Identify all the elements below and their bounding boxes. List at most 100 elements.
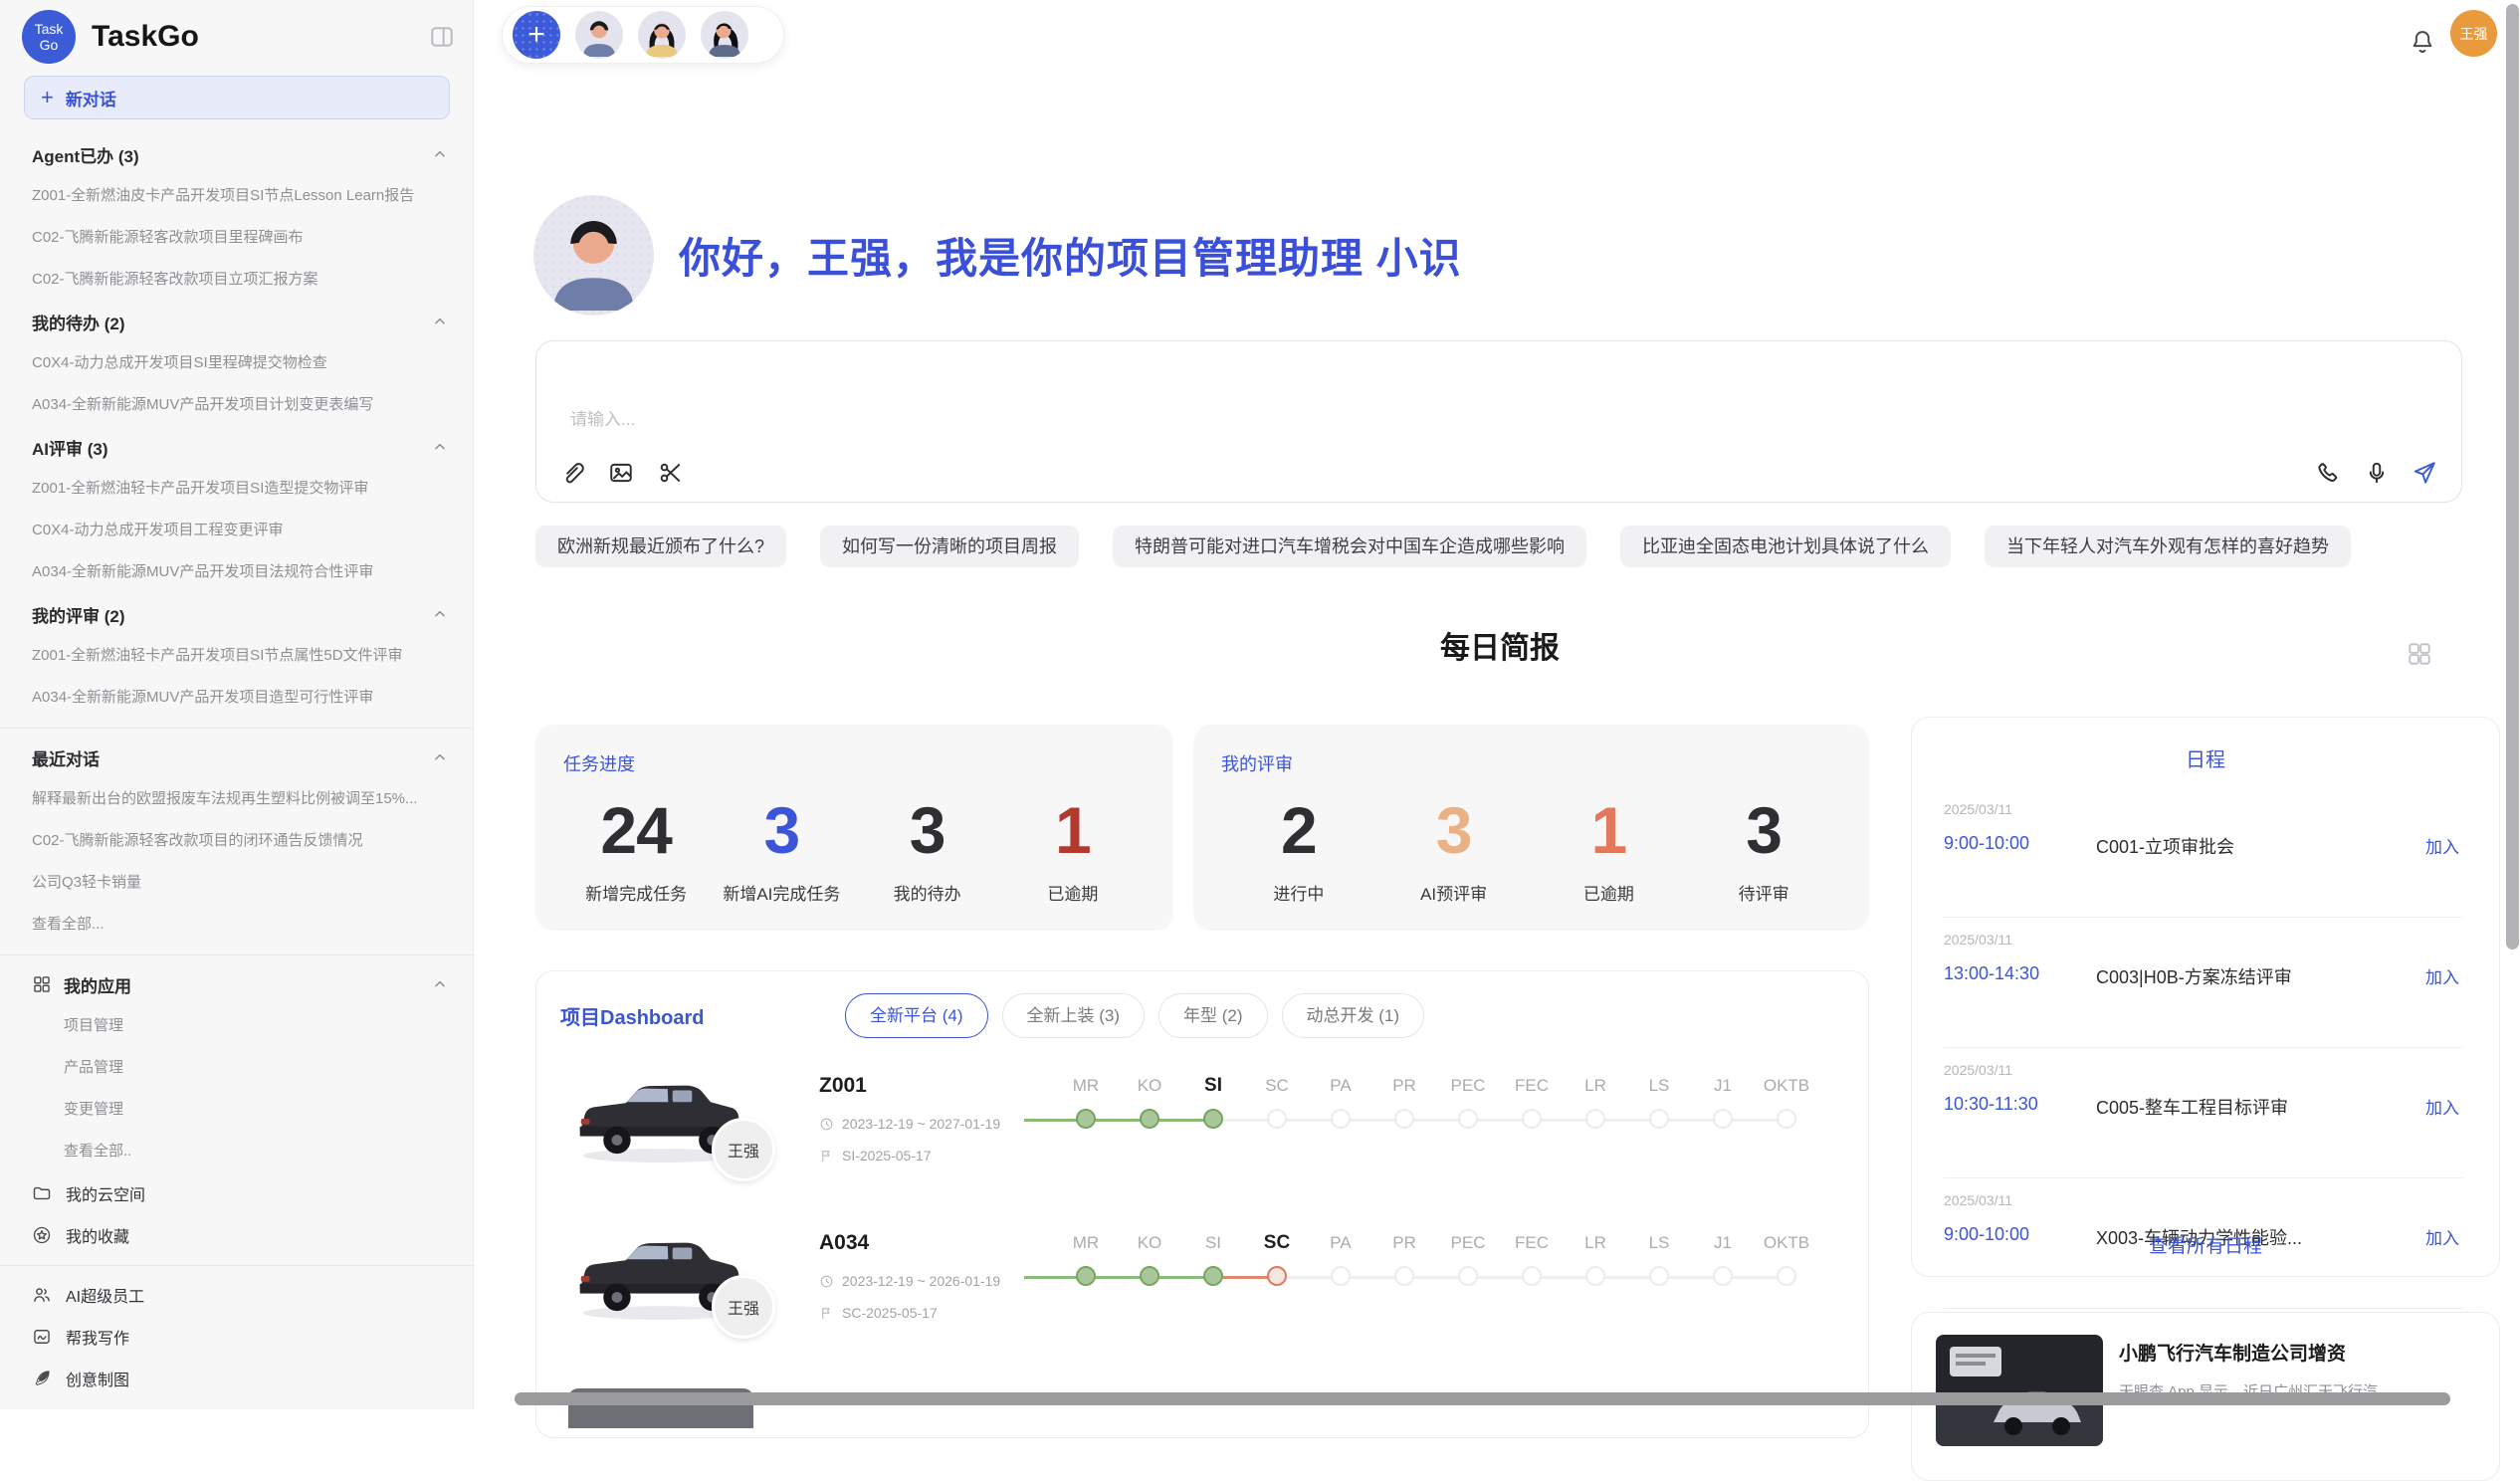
app-logo: TaskGo TaskGo bbox=[22, 10, 199, 64]
sidebar-item-recent-3[interactable]: 查看全部... bbox=[0, 904, 473, 946]
write-icon bbox=[32, 1327, 52, 1347]
main-area: + 王强 你好，王强，我是你的项目管理助理 小识 请输入... bbox=[474, 0, 2520, 1409]
milestone-label-SI: SI bbox=[1181, 1229, 1245, 1257]
milestone-track: MRKOSISCPAPRPECFECLRLSJ1OKTB bbox=[1054, 1072, 1818, 1138]
mic-icon[interactable] bbox=[2364, 460, 2390, 486]
stat-value: 3 bbox=[709, 794, 854, 866]
chevron-up-icon[interactable] bbox=[433, 977, 447, 991]
phone-icon[interactable] bbox=[2316, 460, 2342, 486]
chevron-up-icon[interactable] bbox=[433, 147, 447, 161]
daily-brief-title: 每日简报 bbox=[535, 623, 2464, 667]
milestone-label-KO: KO bbox=[1118, 1229, 1181, 1257]
stat-1-1: 3AI预评审 bbox=[1376, 794, 1532, 905]
sidebar-item-group-1-1[interactable]: A034-全新新能源MUV产品开发项目计划变更表编写 bbox=[0, 384, 473, 426]
milestone-label-LS: LS bbox=[1627, 1229, 1691, 1257]
sidebar-collapse-icon[interactable] bbox=[428, 24, 456, 50]
sidebar-section-group-3[interactable]: 我的评审 (2) bbox=[0, 593, 473, 635]
suggestion-chip-1[interactable]: 如何写一份清晰的项目周报 bbox=[820, 526, 1079, 567]
assistant-avatar bbox=[533, 195, 654, 316]
sidebar-item-group-0-0[interactable]: Z001-全新燃油皮卡产品开发项目SI节点Lesson Learn报告 bbox=[0, 175, 473, 217]
image-icon[interactable] bbox=[608, 460, 634, 486]
project-owner-badge: 王强 bbox=[712, 1118, 775, 1181]
send-icon[interactable] bbox=[2412, 460, 2437, 486]
chevron-up-icon[interactable] bbox=[433, 315, 447, 328]
agent-avatar-3[interactable] bbox=[701, 11, 748, 59]
sidebar-item-tool-2[interactable]: 创意制图 bbox=[0, 1358, 473, 1399]
sidebar-item-group-0-1[interactable]: C02-飞腾新能源轻客改款项目里程碑画布 bbox=[0, 217, 473, 259]
dashboard-tab-0[interactable]: 全新平台 (4) bbox=[845, 993, 988, 1038]
milestone-label-J1: J1 bbox=[1691, 1072, 1755, 1100]
stat-0-2: 3我的待办 bbox=[855, 794, 1000, 905]
project-row-Z001[interactable]: 王强Z0012023-12-19 ~ 2027-01-19SI-2025-05-… bbox=[536, 1066, 1868, 1215]
horizontal-scrollbar[interactable] bbox=[515, 1392, 2450, 1405]
milestone-label-PA: PA bbox=[1309, 1229, 1372, 1257]
new-chat-button[interactable]: + 新对话 bbox=[24, 76, 450, 119]
stat-0-0: 24新增完成任务 bbox=[563, 794, 709, 905]
suggestion-chips: 欧洲新规最近颁布了什么? 如何写一份清晰的项目周报特朗普可能对进口汽车增税会对中国… bbox=[535, 526, 2351, 567]
suggestion-chip-2[interactable]: 特朗普可能对进口汽车增税会对中国车企造成哪些影响 bbox=[1113, 526, 1586, 567]
sidebar-item-tool-0[interactable]: AI超级员工 bbox=[0, 1274, 473, 1316]
stat-value: 3 bbox=[1376, 794, 1532, 866]
dashboard-tab-2[interactable]: 年型 (2) bbox=[1158, 993, 1268, 1038]
sidebar-item-tool-1[interactable]: 帮我写作 bbox=[0, 1316, 473, 1358]
add-agent-button[interactable]: + bbox=[513, 11, 560, 59]
sidebar-item-shortcut-0[interactable]: 我的云空间 bbox=[0, 1172, 473, 1214]
scissors-icon[interactable] bbox=[658, 460, 684, 486]
dashboard-tab-3[interactable]: 动总开发 (1) bbox=[1282, 993, 1425, 1038]
project-row-A034[interactable]: 王强A0342023-12-19 ~ 2026-01-19SC-2025-05-… bbox=[536, 1223, 1868, 1373]
join-meeting-link[interactable]: 加入 bbox=[2425, 1094, 2459, 1119]
attach-icon[interactable] bbox=[558, 460, 584, 486]
sidebar-item-shortcut-1[interactable]: 我的收藏 bbox=[0, 1214, 473, 1256]
chevron-up-icon[interactable] bbox=[433, 440, 447, 454]
sidebar-section-group-2[interactable]: AI评审 (3) bbox=[0, 426, 473, 468]
sidebar-section-group-0[interactable]: Agent已办 (3) bbox=[0, 133, 473, 175]
sidebar-item-group-2-1[interactable]: C0X4-动力总成开发项目工程变更评审 bbox=[0, 510, 473, 551]
stat-value: 3 bbox=[855, 794, 1000, 866]
vertical-scrollbar[interactable] bbox=[2506, 4, 2519, 950]
dashboard-tab-1[interactable]: 全新上装 (3) bbox=[1002, 993, 1146, 1038]
clock-icon bbox=[819, 1274, 834, 1289]
sidebar-item-group-1-0[interactable]: C0X4-动力总成开发项目SI里程碑提交物检查 bbox=[0, 342, 473, 384]
schedule-time: 10:30-11:30 bbox=[1944, 1094, 2038, 1115]
join-meeting-link[interactable]: 加入 bbox=[2425, 833, 2459, 858]
sidebar-item-group-0-2[interactable]: C02-飞腾新能源轻客改款项目立项汇报方案 bbox=[0, 259, 473, 301]
chevron-up-icon[interactable] bbox=[433, 607, 447, 621]
suggestion-chip-4[interactable]: 当下年轻人对汽车外观有怎样的喜好趋势 bbox=[1985, 526, 2351, 567]
quick-access-pill: + bbox=[502, 6, 784, 64]
sidebar-item-recent-1[interactable]: C02-飞腾新能源轻客改款项目的闭环通告反馈情况 bbox=[0, 820, 473, 862]
schedule-date: 2025/03/11 bbox=[1944, 801, 2012, 817]
sidebar-item-group-2-2[interactable]: A034-全新新能源MUV产品开发项目法规符合性评审 bbox=[0, 551, 473, 593]
sidebar-item-group-3-1[interactable]: A034-全新新能源MUV产品开发项目造型可行性评审 bbox=[0, 677, 473, 719]
flag-icon bbox=[819, 1149, 834, 1164]
user-avatar[interactable]: 王强 bbox=[2450, 10, 2497, 57]
sidebar-section-my-apps[interactable]: 我的应用 bbox=[0, 963, 473, 1005]
notification-bell-icon[interactable] bbox=[2409, 28, 2436, 56]
milestone-dot-OKTB bbox=[1777, 1266, 1796, 1286]
sidebar-item-recent-2[interactable]: 公司Q3轻卡销量 bbox=[0, 862, 473, 904]
chat-composer[interactable]: 请输入... bbox=[535, 340, 2462, 503]
sidebar-section-group-1[interactable]: 我的待办 (2) bbox=[0, 301, 473, 342]
sidebar-section-recent[interactable]: 最近对话 bbox=[0, 737, 473, 778]
agent-avatar-2[interactable] bbox=[638, 11, 686, 59]
sidebar-item-app-0[interactable]: 项目管理 bbox=[0, 1005, 473, 1047]
chevron-up-icon[interactable] bbox=[433, 750, 447, 764]
card-title: 我的评审 bbox=[1221, 750, 1841, 776]
sidebar-item-group-2-0[interactable]: Z001-全新燃油轻卡产品开发项目SI造型提交物评审 bbox=[0, 468, 473, 510]
stat-value: 3 bbox=[1686, 794, 1841, 866]
milestone-label-PEC: PEC bbox=[1436, 1072, 1500, 1100]
sidebar-item-group-3-0[interactable]: Z001-全新燃油轻卡产品开发项目SI节点属性5D文件评审 bbox=[0, 635, 473, 677]
sidebar-item-app-1[interactable]: 产品管理 bbox=[0, 1047, 473, 1089]
view-all-schedule-link[interactable]: 查看所有日程 bbox=[1912, 1231, 2499, 1258]
agent-avatar-1[interactable] bbox=[575, 11, 623, 59]
schedule-card: 日程 2025/03/119:00-10:00C001-立项审批会加入2025/… bbox=[1911, 717, 2500, 1277]
milestone-label-OKTB: OKTB bbox=[1755, 1229, 1818, 1257]
join-meeting-link[interactable]: 加入 bbox=[2425, 963, 2459, 988]
suggestion-chip-0[interactable]: 欧洲新规最近颁布了什么? bbox=[535, 526, 786, 567]
sidebar-item-app-3[interactable]: 查看全部.. bbox=[0, 1131, 473, 1172]
schedule-title-text: C001-立项审批会 bbox=[2096, 833, 2234, 859]
suggestion-chip-3[interactable]: 比亚迪全固态电池计划具体说了什么 bbox=[1620, 526, 1951, 567]
sidebar-item-recent-0[interactable]: 解释最新出台的欧盟报废车法规再生塑料比例被调至15%... bbox=[0, 778, 473, 820]
layout-grid-icon[interactable] bbox=[2407, 641, 2432, 667]
stat-1-3: 3待评审 bbox=[1686, 794, 1841, 905]
sidebar-item-app-2[interactable]: 变更管理 bbox=[0, 1089, 473, 1131]
